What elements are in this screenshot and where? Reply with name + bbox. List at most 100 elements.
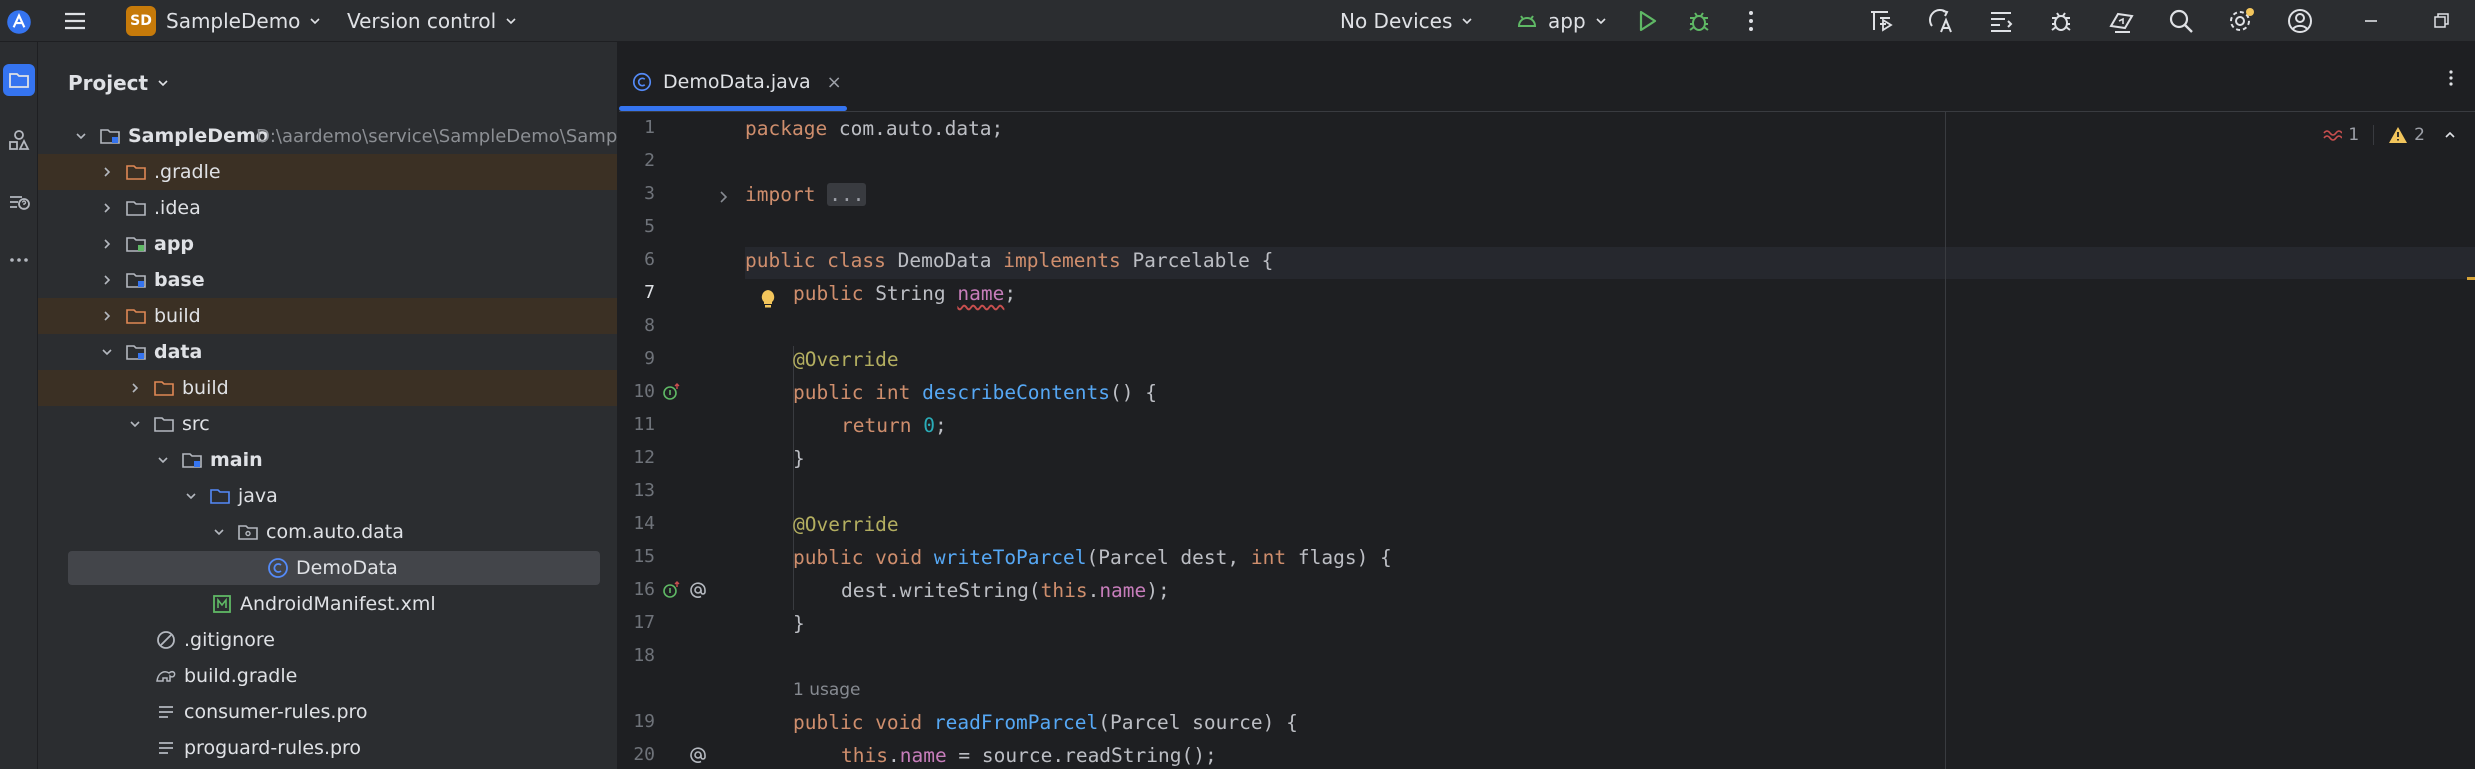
tree-node-manifest[interactable]: AndroidManifest.xml bbox=[38, 586, 617, 622]
tree-node-label: DemoData bbox=[296, 557, 398, 579]
chevron-up-icon[interactable] bbox=[2443, 128, 2457, 142]
device-label: No Devices bbox=[1340, 9, 1453, 33]
chevron-down-icon[interactable] bbox=[156, 453, 170, 467]
device-help-icon bbox=[10, 196, 30, 210]
code-area[interactable]: package com.auto.data; import ... public… bbox=[745, 112, 2475, 769]
profiler-icon[interactable] bbox=[1866, 0, 1896, 42]
gradle-icon bbox=[154, 664, 178, 688]
tree-node-label: consumer-rules.pro bbox=[184, 701, 368, 723]
chevron-right-icon[interactable] bbox=[128, 381, 142, 395]
close-icon[interactable]: × bbox=[827, 72, 842, 93]
tree-node-java[interactable]: java bbox=[38, 478, 617, 514]
chevron-right-icon[interactable] bbox=[715, 188, 733, 206]
chevron-down-icon[interactable] bbox=[184, 489, 198, 503]
tree-node-gradle[interactable]: .gradle bbox=[38, 154, 617, 190]
tab-options-icon[interactable] bbox=[2439, 66, 2463, 90]
implements-method-icon[interactable] bbox=[661, 381, 683, 403]
tree-node-label: src bbox=[182, 413, 210, 435]
run-icon[interactable] bbox=[1632, 0, 1662, 42]
tree-node-main[interactable]: main bbox=[38, 442, 617, 478]
tree-node-label: proguard-rules.pro bbox=[184, 737, 362, 759]
tree-node-proguard-rules[interactable]: proguard-rules.pro bbox=[38, 730, 617, 766]
inspections-widget[interactable]: 1 2 bbox=[2322, 120, 2457, 150]
code-line-17: } bbox=[793, 612, 805, 635]
chevron-down-icon[interactable] bbox=[74, 129, 88, 143]
resource-manager-button[interactable] bbox=[3, 124, 35, 156]
tree-node-app[interactable]: app bbox=[38, 226, 617, 262]
search-icon[interactable] bbox=[2166, 0, 2196, 42]
more-actions-icon[interactable] bbox=[1736, 0, 1766, 42]
code-line-7: public String name; bbox=[793, 282, 1017, 305]
version-control-menu[interactable]: Version control bbox=[347, 0, 518, 42]
folder-icon bbox=[124, 196, 148, 220]
chevron-right-icon[interactable] bbox=[100, 237, 114, 251]
warning-stripe-marker[interactable] bbox=[2467, 277, 2475, 280]
tree-node-base[interactable]: base bbox=[38, 262, 617, 298]
main-menu-icon[interactable] bbox=[60, 0, 90, 42]
tree-node-idea[interactable]: .idea bbox=[38, 190, 617, 226]
device-manager-button[interactable] bbox=[3, 184, 35, 216]
usage-hint[interactable]: 1 usage bbox=[793, 672, 861, 705]
at-sign-icon[interactable] bbox=[687, 744, 709, 766]
folded-imports[interactable]: ... bbox=[827, 183, 867, 206]
chevron-down-icon[interactable] bbox=[128, 417, 142, 431]
chevron-down-icon[interactable] bbox=[100, 345, 114, 359]
tree-node-demodata[interactable]: DemoData bbox=[38, 550, 617, 586]
tree-node-root[interactable]: SampleDemo D:\aardemo\service\SampleDemo… bbox=[38, 118, 618, 154]
ignore-file-icon bbox=[154, 628, 178, 652]
project-tool-button[interactable] bbox=[3, 64, 35, 96]
code-line-20: this.name = source.readString(); bbox=[841, 744, 1217, 767]
implements-method-icon[interactable] bbox=[661, 579, 683, 601]
project-name: SampleDemo bbox=[166, 9, 301, 33]
account-icon[interactable] bbox=[2285, 0, 2315, 42]
tree-node-build[interactable]: build bbox=[38, 298, 617, 334]
tree-node-gitignore[interactable]: .gitignore bbox=[38, 622, 617, 658]
tree-node-consumer-rules[interactable]: consumer-rules.pro bbox=[38, 694, 617, 730]
tree-node-src[interactable]: src bbox=[38, 406, 617, 442]
layout-inspector-icon[interactable] bbox=[2046, 0, 2076, 42]
folder-icon bbox=[9, 73, 29, 88]
chevron-right-icon[interactable] bbox=[100, 201, 114, 215]
line-number: 17 bbox=[633, 612, 655, 633]
run-config-selector[interactable]: app bbox=[1514, 0, 1608, 42]
source-folder-icon bbox=[208, 484, 232, 508]
code-review-icon[interactable] bbox=[1986, 0, 2016, 42]
app-logo-icon[interactable] bbox=[4, 0, 32, 42]
debug-icon[interactable] bbox=[1684, 0, 1714, 42]
tree-node-data[interactable]: data bbox=[38, 334, 617, 370]
project-switcher[interactable]: SD SampleDemo bbox=[126, 0, 322, 42]
warning-count[interactable]: 2 bbox=[2388, 125, 2425, 145]
chevron-right-icon[interactable] bbox=[100, 273, 114, 287]
editor-gutter: 1 2 3 5 6 7 8 9 10 11 12 13 14 15 16 17 … bbox=[619, 112, 775, 769]
translate-icon[interactable] bbox=[1926, 0, 1956, 42]
tree-node-label: main bbox=[210, 449, 263, 471]
line-number: 7 bbox=[644, 282, 655, 303]
settings-icon[interactable] bbox=[2225, 0, 2255, 42]
project-view-selector[interactable]: Project bbox=[68, 68, 170, 98]
text-file-icon bbox=[154, 736, 178, 760]
excluded-folder-icon bbox=[124, 304, 148, 328]
more-tools-icon[interactable] bbox=[3, 244, 35, 276]
tree-node-package[interactable]: com.auto.data bbox=[38, 514, 617, 550]
line-number: 19 bbox=[633, 711, 655, 732]
tree-node-build-gradle[interactable]: build.gradle bbox=[38, 658, 617, 694]
tree-node-label: base bbox=[154, 269, 205, 291]
device-selector[interactable]: No Devices bbox=[1340, 0, 1474, 42]
device-mirror-icon[interactable] bbox=[2106, 0, 2136, 42]
editor-tab-demodata[interactable]: DemoData.java × bbox=[631, 62, 842, 102]
chevron-down-icon bbox=[1594, 14, 1608, 28]
restore-icon[interactable] bbox=[2426, 0, 2456, 42]
source-set-folder-icon bbox=[180, 448, 204, 472]
chevron-right-icon[interactable] bbox=[100, 165, 114, 179]
line-number: 2 bbox=[644, 150, 655, 171]
tree-node-path: D:\aardemo\service\SampleDemo\SampleDemo bbox=[256, 126, 618, 147]
chevron-down-icon[interactable] bbox=[212, 525, 226, 539]
chevron-right-icon[interactable] bbox=[100, 309, 114, 323]
minimize-icon[interactable] bbox=[2356, 0, 2386, 42]
tree-node-label: build.gradle bbox=[184, 665, 298, 687]
error-count[interactable]: 1 bbox=[2322, 125, 2359, 145]
tree-node-data-build[interactable]: build bbox=[38, 370, 617, 406]
chevron-down-icon bbox=[308, 14, 322, 28]
at-sign-icon[interactable] bbox=[687, 579, 709, 601]
line-number: 20 bbox=[633, 744, 655, 765]
